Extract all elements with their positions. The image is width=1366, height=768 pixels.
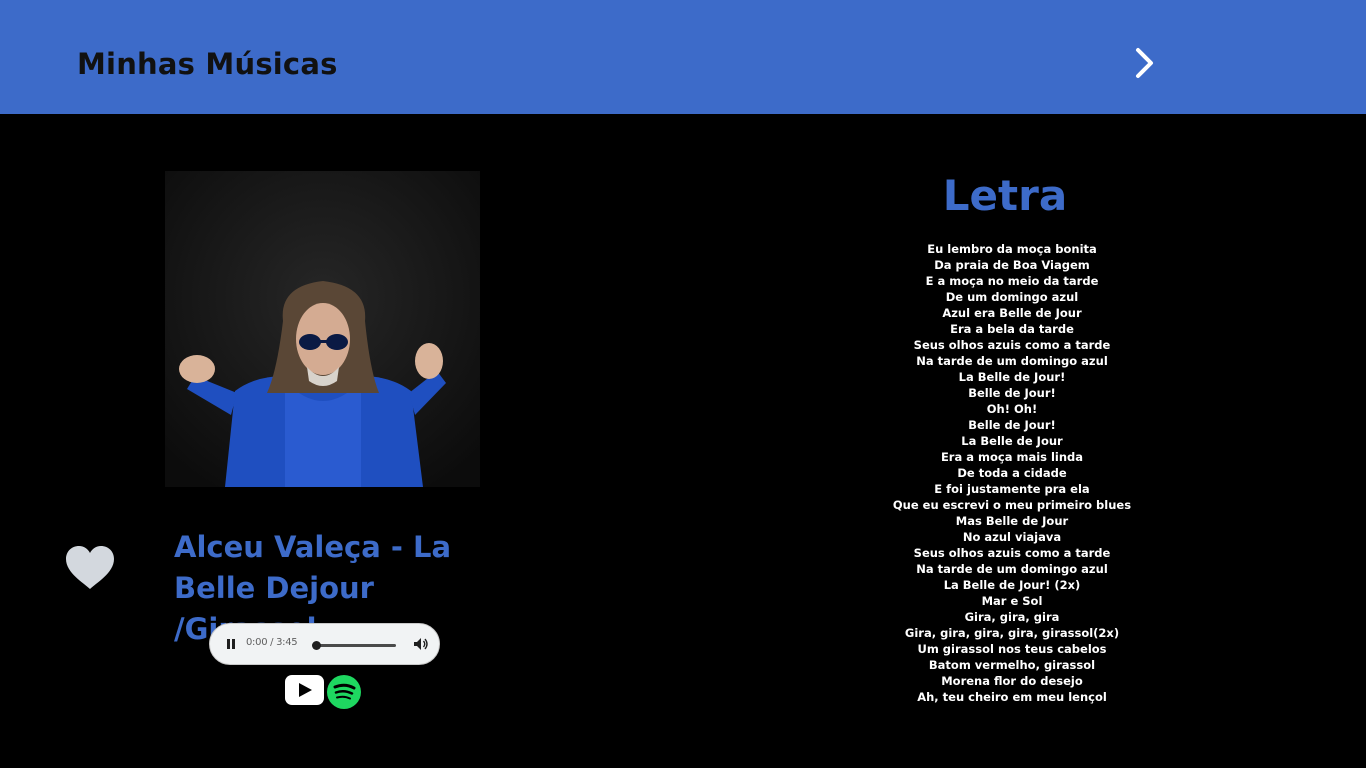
- lyrics-line: Mas Belle de Jour: [955, 514, 1069, 528]
- audio-player[interactable]: 0:00 / 3:45: [209, 623, 440, 665]
- lyrics-line: Era a moça mais linda: [940, 450, 1084, 464]
- lyrics-line: Gira, gira, gira: [964, 610, 1060, 624]
- lyrics-line: La Belle de Jour: [961, 434, 1063, 448]
- seek-thumb[interactable]: [312, 641, 321, 650]
- lyrics-line: Seus olhos azuis como a tarde: [913, 338, 1111, 352]
- lyrics-heading: Letra: [942, 171, 1068, 220]
- seek-slider[interactable]: [312, 641, 396, 650]
- heart-icon[interactable]: [64, 545, 116, 591]
- page-title: Minhas Músicas: [77, 47, 338, 81]
- lyrics-line: La Belle de Jour!: [958, 370, 1066, 384]
- lyrics-line: E a moça no meio da tarde: [925, 274, 1099, 288]
- youtube-play-icon: [299, 683, 312, 697]
- lyrics-line: Que eu escrevi o meu primeiro blues: [892, 498, 1132, 512]
- lyrics-line: Morena flor do desejo: [941, 674, 1083, 688]
- lyrics-line: No azul viajava: [962, 530, 1062, 544]
- playback-time: 0:00 / 3:45: [246, 637, 298, 648]
- lyrics-line: Na tarde de um domingo azul: [916, 354, 1108, 368]
- lyrics-line: La Belle de Jour! (2x): [943, 578, 1081, 592]
- volume-icon[interactable]: [413, 636, 429, 652]
- lyrics-line: Eu lembro da moça bonita: [927, 242, 1097, 256]
- album-art: [165, 171, 480, 487]
- pause-icon[interactable]: [224, 637, 238, 651]
- youtube-icon[interactable]: [285, 675, 324, 705]
- lyrics-line: Mar e Sol: [981, 594, 1043, 608]
- lyrics-list: Eu lembro da moça bonita Da praia de Boa …: [862, 241, 1162, 705]
- lyrics-line: Gira, gira, gira, gira, girassol(2x): [904, 626, 1120, 640]
- lyrics-line: Belle de Jour!: [968, 418, 1056, 432]
- lyrics-line: E foi justamente pra ela: [934, 482, 1090, 496]
- lyrics-line: Azul era Belle de Jour: [942, 306, 1082, 320]
- lyrics-line: Seus olhos azuis como a tarde: [913, 546, 1111, 560]
- app-header: Minhas Músicas: [0, 0, 1366, 114]
- lyrics-line: De um domingo azul: [945, 290, 1079, 304]
- lyrics-line: Na tarde de um domingo azul: [916, 562, 1108, 576]
- lyrics-line: Batom vermelho, girassol: [928, 658, 1096, 672]
- artist-photo: [165, 171, 480, 487]
- lyrics-line: Oh! Oh!: [986, 402, 1038, 416]
- lyrics-line: De toda a cidade: [957, 466, 1067, 480]
- lyrics-line: Ah, teu cheiro em meu lençol: [917, 690, 1107, 704]
- lyrics-line: Da praia de Boa Viagem: [934, 258, 1090, 272]
- lyrics-line: Belle de Jour!: [968, 386, 1056, 400]
- chevron-right-icon[interactable]: [1128, 44, 1162, 82]
- spotify-icon[interactable]: [327, 675, 361, 709]
- lyrics-line: Um girassol nos teus cabelos: [917, 642, 1107, 656]
- lyrics-line: Era a bela da tarde: [950, 322, 1074, 336]
